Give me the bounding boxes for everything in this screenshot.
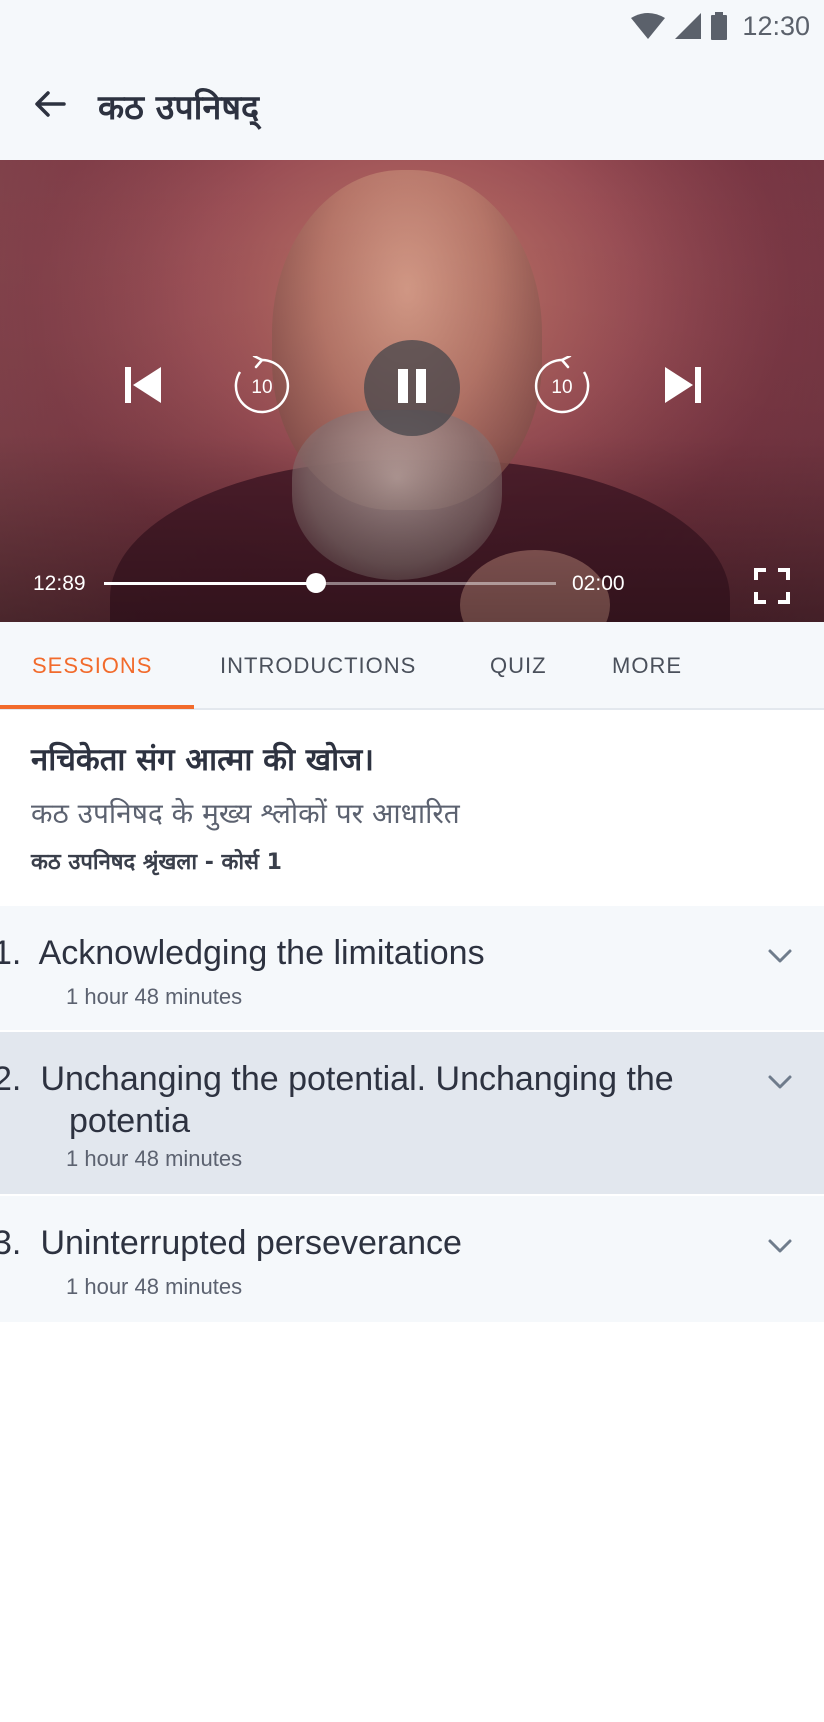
session-title-text: Uninterrupted perseverance xyxy=(40,1224,462,1262)
chevron-down-icon[interactable] xyxy=(764,1230,796,1262)
session-item[interactable]: 1. Acknowledging the limitations 1 hour … xyxy=(0,906,824,1030)
session-title: 2. Unchanging the potential. Unchanging … xyxy=(0,1060,674,1140)
session-duration: 1 hour 48 minutes xyxy=(66,1146,243,1171)
arrow-left-icon xyxy=(32,86,68,127)
session-duration: 1 hour 48 minutes xyxy=(66,1274,243,1299)
seek-bar[interactable] xyxy=(104,573,556,593)
tab-bar: SESSIONS INTRODUCTIONS QUIZ MORE xyxy=(0,622,824,710)
session-item[interactable]: 3. Uninterrupted perseverance 1 hour 48 … xyxy=(0,1196,824,1322)
duration-time: 02:00 xyxy=(572,572,625,595)
status-bar: 12:30 xyxy=(0,0,824,52)
tab-indicator xyxy=(0,705,194,709)
tab-sessions[interactable]: SESSIONS xyxy=(32,622,152,710)
battery-icon xyxy=(710,12,728,40)
forward-seconds: 10 xyxy=(551,377,573,398)
course-series: कठ उपनिषद श्रृंखला - कोर्स 1 xyxy=(31,850,282,875)
app-bar: कठ उपनिषद् xyxy=(0,52,824,160)
session-title: 3. Uninterrupted perseverance xyxy=(0,1224,462,1262)
previous-button[interactable] xyxy=(118,362,168,412)
session-title: 1. Acknowledging the limitations xyxy=(0,934,485,972)
skip-next-icon xyxy=(663,365,703,410)
session-title-text: Unchanging the potential. Unchanging the… xyxy=(40,1060,674,1140)
rewind-seconds: 10 xyxy=(251,377,273,398)
wifi-icon xyxy=(630,12,666,40)
session-duration: 1 hour 48 minutes xyxy=(66,984,243,1009)
course-header: नचिकेता संग आत्मा की खोज। कठ उपनिषद के म… xyxy=(0,710,824,906)
session-item[interactable]: 2. Unchanging the potential. Unchanging … xyxy=(0,1032,824,1194)
tab-introductions[interactable]: INTRODUCTIONS xyxy=(220,622,416,710)
status-time: 12:30 xyxy=(742,10,810,41)
course-title: नचिकेता संग आत्मा की खोज। xyxy=(31,742,374,778)
pause-button[interactable] xyxy=(364,340,460,436)
next-button[interactable] xyxy=(658,362,708,412)
page-title: कठ उपनिषद् xyxy=(98,88,260,128)
fullscreen-icon xyxy=(752,568,792,610)
tab-quiz[interactable]: QUIZ xyxy=(490,622,547,710)
signal-icon xyxy=(674,12,702,40)
chevron-down-icon[interactable] xyxy=(764,940,796,972)
course-subtitle: कठ उपनिषद के मुख्य श्लोकों पर आधारित xyxy=(31,797,460,830)
fullscreen-button[interactable] xyxy=(752,566,792,606)
pause-icon xyxy=(392,366,432,411)
chevron-down-icon[interactable] xyxy=(764,1066,796,1098)
seek-progress xyxy=(104,582,317,585)
session-title-text: Acknowledging the limitations xyxy=(38,934,485,972)
skip-previous-icon xyxy=(123,365,163,410)
forward-10-button[interactable]: 10 xyxy=(532,354,592,418)
current-time: 12:89 xyxy=(33,572,86,595)
back-button[interactable] xyxy=(24,80,76,132)
rewind-10-button[interactable]: 10 xyxy=(232,354,292,418)
tab-more[interactable]: MORE xyxy=(612,622,682,710)
